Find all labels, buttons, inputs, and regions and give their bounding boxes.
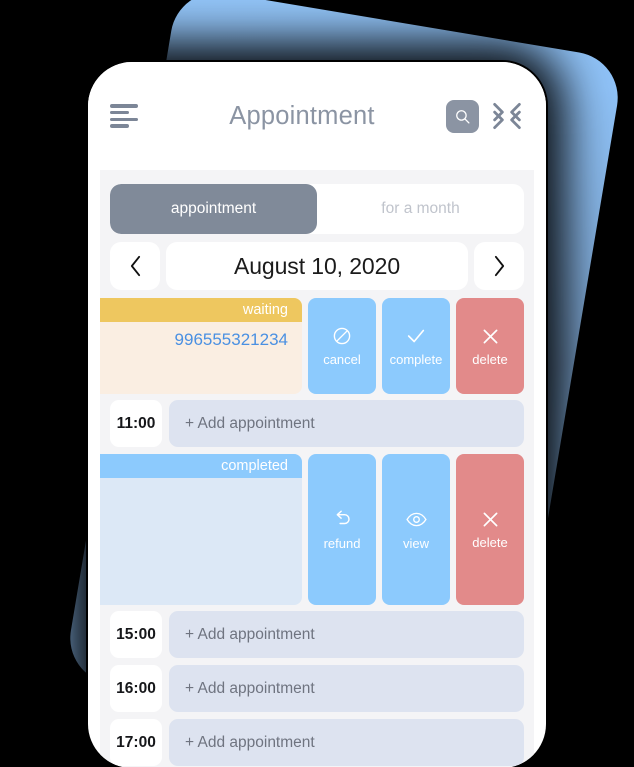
hamburger-icon[interactable] [110,104,140,128]
complete-label: complete [389,352,443,367]
undo-arrow-icon [336,510,350,525]
hamburger-line [110,111,129,115]
close-icon [483,329,497,343]
add-appointment-button[interactable]: + Add appointment [169,665,524,712]
slot-time: 11:00 [110,400,162,447]
tab-appointment[interactable]: appointment [110,184,317,234]
refund-button[interactable]: refund [308,454,376,605]
add-appointment-button[interactable]: + Add appointment [169,611,524,658]
refund-label: refund [323,536,361,551]
chevron-left-icon [130,255,140,277]
view-label: view [402,536,429,551]
cancel-button[interactable]: cancel [308,298,376,394]
scene: Appointment appointment for a month Augu… [0,0,634,767]
complete-button[interactable]: complete [382,298,450,394]
add-appointment-button[interactable]: + Add appointment [169,719,524,766]
view-button[interactable]: view [382,454,450,605]
status-badge: completed [100,454,302,478]
delete-button[interactable]: delete [456,298,524,394]
search-icon [456,109,470,124]
appointment-card-completed: completed refund view delete [100,454,534,605]
x-logo-icon[interactable] [490,99,524,133]
close-icon [483,512,497,527]
page-title: Appointment [229,101,375,130]
customer-phone[interactable]: 996555321234 [175,330,288,394]
delete-label: delete [472,351,508,367]
header-actions [446,99,524,133]
slot-time: 17:00 [110,719,162,766]
delete-button[interactable]: delete [456,454,524,605]
app-screen: appointment for a month August 10, 2020 [100,170,534,767]
eye-icon [405,512,427,527]
hamburger-line [110,104,138,108]
time-slot-row: 11:00 + Add appointment [100,400,534,447]
appointment-details[interactable]: completed [100,454,302,605]
slot-time: 16:00 [110,665,162,712]
check-icon [407,329,425,343]
prev-date-button[interactable] [110,242,160,290]
appointment-list: waiting 996555321234 cancel complete del… [100,298,534,766]
slot-time: 15:00 [110,611,162,658]
next-date-button[interactable] [474,242,524,290]
time-slot-row: 16:00 + Add appointment [100,665,534,712]
search-button[interactable] [446,99,479,133]
time-slot-row: 17:00 + Add appointment [100,719,534,766]
appointment-body [100,478,302,605]
tab-for-a-month[interactable]: for a month [317,184,524,234]
date-navigation: August 10, 2020 [110,242,524,290]
appointment-details[interactable]: waiting 996555321234 [100,298,302,394]
appointment-body: 996555321234 [100,322,302,394]
hamburger-line [110,117,138,121]
ban-icon [333,327,351,345]
current-date[interactable]: August 10, 2020 [166,242,468,290]
time-slot-row: 15:00 + Add appointment [100,611,534,658]
chevron-right-icon [494,255,504,277]
phone-mockup: Appointment appointment for a month Augu… [88,62,546,767]
tab-bar: appointment for a month [110,184,524,234]
add-appointment-button[interactable]: + Add appointment [169,400,524,447]
delete-label: delete [472,535,508,550]
hamburger-line [110,124,129,128]
appointment-card-waiting: waiting 996555321234 cancel complete del… [100,298,534,394]
status-badge: waiting [100,298,302,322]
cancel-label: cancel [323,352,361,367]
app-header: Appointment [88,62,546,170]
